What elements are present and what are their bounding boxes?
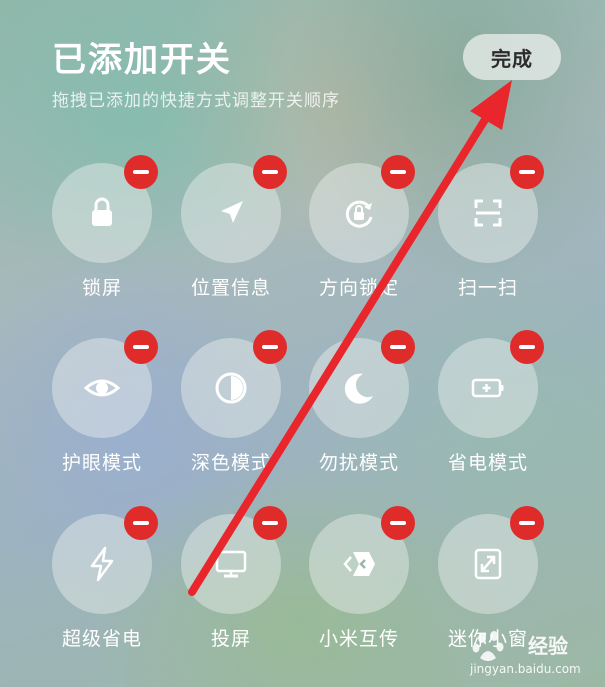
- tile-label: 迷你小窗: [447, 628, 528, 650]
- mi-share-icon: [343, 552, 375, 576]
- scan-icon: [474, 199, 502, 227]
- tile-label: 锁屏: [81, 277, 122, 299]
- remove-button[interactable]: [253, 506, 287, 540]
- tile-dark-mode[interactable]: 深色模式: [167, 330, 295, 498]
- remove-button[interactable]: [124, 155, 158, 189]
- remove-button[interactable]: [510, 506, 544, 540]
- tile-rotation-lock[interactable]: 方向锁定: [295, 155, 423, 323]
- lightning-icon: [90, 546, 114, 582]
- remove-button[interactable]: [510, 330, 544, 364]
- tile-ultra-battery-saver[interactable]: 超级省电: [38, 506, 166, 674]
- tile-scan[interactable]: 扫一扫: [424, 155, 552, 323]
- battery-saver-icon: [471, 378, 504, 398]
- tile-label: 勿扰模式: [318, 452, 399, 474]
- remove-button[interactable]: [124, 506, 158, 540]
- remove-button[interactable]: [381, 506, 415, 540]
- tile-label: 深色模式: [190, 452, 271, 474]
- tile-label: 位置信息: [190, 277, 271, 299]
- rotation-lock-icon: [345, 200, 373, 228]
- tile-label: 小米互传: [318, 628, 399, 650]
- remove-button[interactable]: [253, 155, 287, 189]
- tile-eye-care[interactable]: 护眼模式: [38, 330, 166, 498]
- toggle-grid: 锁屏 位置信息 方向锁定 扫一扫 护眼模式 深色模式 勿扰模式 省电模式 超级省…: [0, 0, 605, 687]
- location-arrow-icon: [221, 201, 243, 223]
- tile-do-not-disturb[interactable]: 勿扰模式: [295, 330, 423, 498]
- remove-button[interactable]: [381, 330, 415, 364]
- remove-button[interactable]: [510, 155, 544, 189]
- tile-screen-cast[interactable]: 投屏: [167, 506, 295, 674]
- tile-label: 超级省电: [61, 628, 142, 650]
- mini-window-icon: [474, 548, 502, 580]
- eye-icon: [83, 379, 121, 397]
- tile-battery-saver[interactable]: 省电模式: [424, 330, 552, 498]
- tile-label: 省电模式: [447, 452, 528, 474]
- moon-icon: [344, 373, 373, 404]
- tile-location[interactable]: 位置信息: [167, 155, 295, 323]
- tile-lock-screen[interactable]: 锁屏: [38, 155, 166, 323]
- dark-mode-icon: [215, 372, 247, 404]
- tile-label: 投屏: [210, 628, 251, 650]
- tile-mi-share[interactable]: 小米互传: [295, 506, 423, 674]
- tile-label: 护眼模式: [61, 452, 142, 474]
- tile-label: 方向锁定: [318, 277, 399, 299]
- screen-cast-icon: [215, 550, 247, 578]
- tile-mini-window[interactable]: 迷你小窗: [424, 506, 552, 674]
- lock-icon: [92, 197, 112, 226]
- remove-button[interactable]: [381, 155, 415, 189]
- tile-label: 扫一扫: [457, 277, 518, 299]
- remove-button[interactable]: [124, 330, 158, 364]
- remove-button[interactable]: [253, 330, 287, 364]
